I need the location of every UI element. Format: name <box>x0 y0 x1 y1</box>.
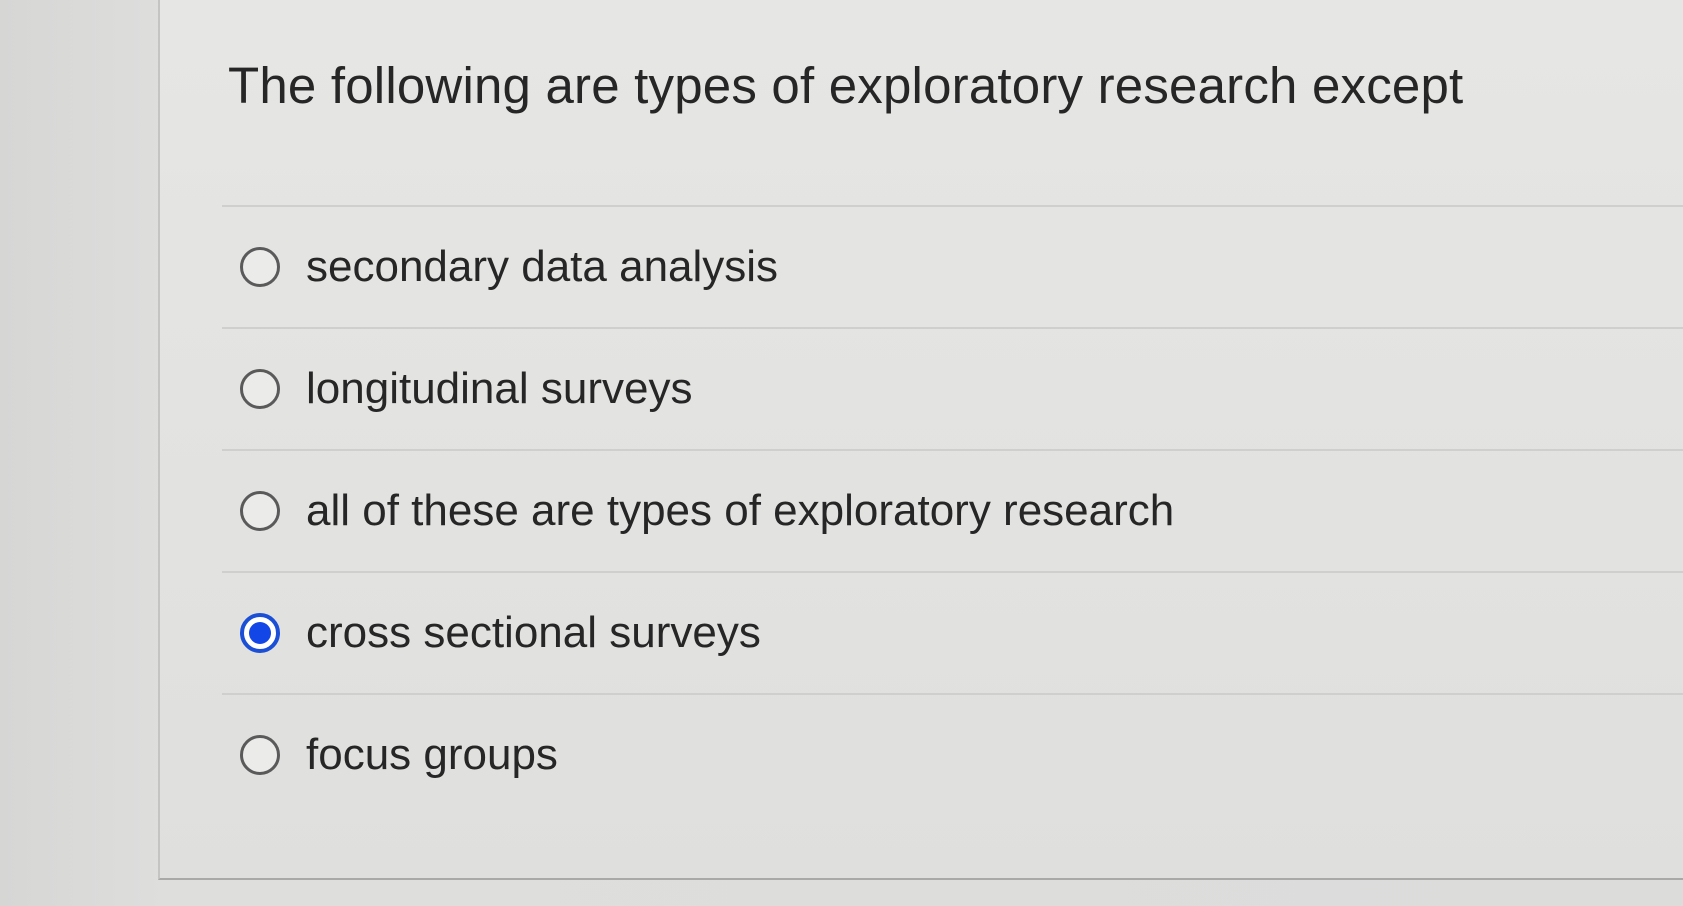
radio-button-unselected[interactable] <box>240 735 280 775</box>
option-label: focus groups <box>306 730 558 779</box>
radio-button-unselected[interactable] <box>240 491 280 531</box>
answer-options: secondary data analysis longitudinal sur… <box>222 205 1683 815</box>
option-label: longitudinal surveys <box>306 364 693 413</box>
radio-button-unselected[interactable] <box>240 369 280 409</box>
question-text: The following are types of exploratory r… <box>228 57 1464 114</box>
option-cross-sectional-surveys[interactable]: cross sectional surveys <box>222 571 1683 693</box>
radio-button-selected[interactable] <box>240 613 280 653</box>
option-all-of-these[interactable]: all of these are types of exploratory re… <box>222 449 1683 571</box>
radio-button-unselected[interactable] <box>240 247 280 287</box>
option-label: secondary data analysis <box>306 242 779 291</box>
option-label: all of these are types of exploratory re… <box>306 486 1175 535</box>
option-longitudinal-surveys[interactable]: longitudinal surveys <box>222 327 1683 449</box>
option-secondary-data-analysis[interactable]: secondary data analysis <box>222 205 1683 327</box>
option-label: cross sectional surveys <box>306 608 761 657</box>
option-focus-groups[interactable]: focus groups <box>222 693 1683 815</box>
